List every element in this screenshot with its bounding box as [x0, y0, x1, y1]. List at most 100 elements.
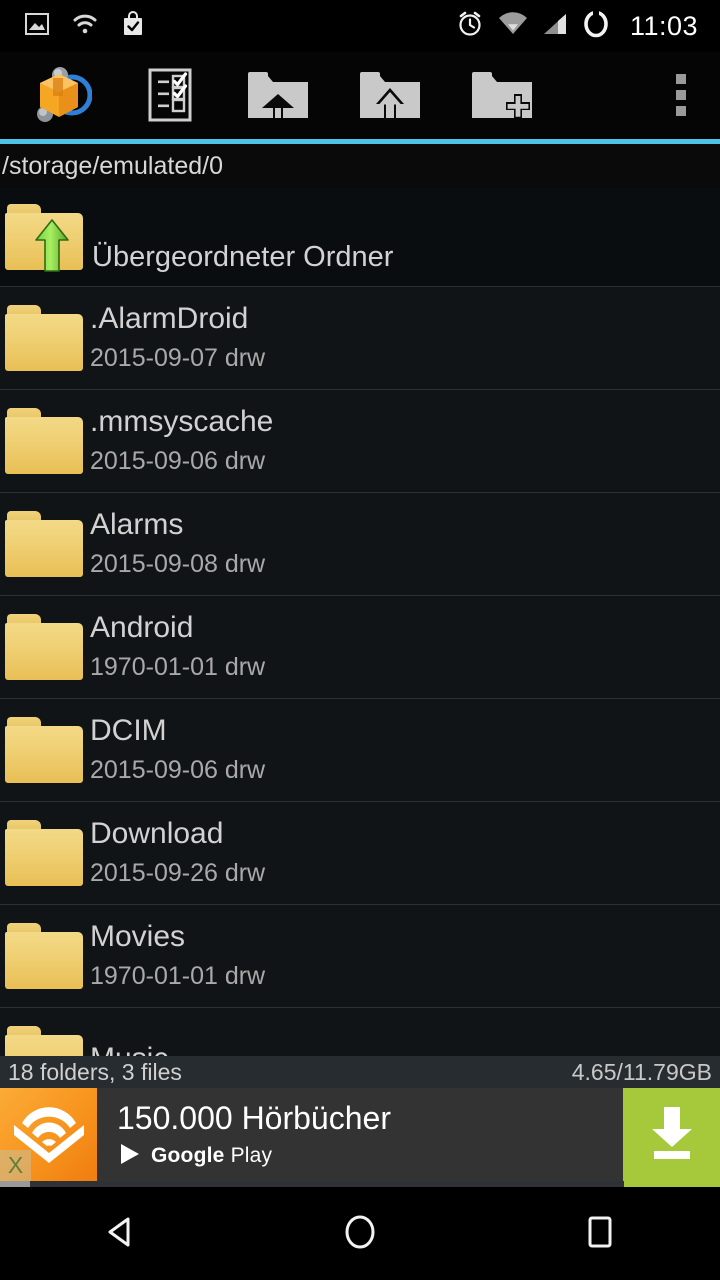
system-navigation-bar — [0, 1187, 720, 1280]
file-list[interactable]: Übergeordneter Ordner .AlarmDroid 2015-0… — [0, 188, 720, 1056]
folder-icon — [5, 408, 85, 474]
list-item-name: Movies — [90, 920, 186, 953]
row-icon — [0, 905, 86, 1007]
play-store-bag-icon — [120, 10, 146, 43]
row-text: Music — [86, 1039, 168, 1056]
list-item-download[interactable]: Download 2015-09-26 drw — [0, 802, 720, 905]
status-clock: 11:03 — [629, 10, 698, 41]
back-triangle-icon — [99, 1211, 141, 1256]
overflow-menu-button[interactable] — [642, 52, 720, 140]
ad-brand: Google Play — [117, 1141, 623, 1172]
ad-content: 150.000 Hörbücher Google Play — [97, 1088, 623, 1181]
select-items-button[interactable] — [118, 52, 222, 140]
row-text: DCIM 2015-09-06 drw — [86, 711, 265, 789]
wifi-signal-icon — [498, 11, 528, 41]
folder-icon — [5, 511, 85, 577]
row-icon — [0, 493, 86, 595]
list-item-meta: 2015-09-07 drw — [90, 344, 266, 372]
row-text: Download 2015-09-26 drw — [86, 814, 265, 892]
folder-icon — [5, 1026, 85, 1056]
list-item-name: .mmsyscache — [90, 405, 274, 438]
list-item-dcim[interactable]: DCIM 2015-09-06 drw — [0, 699, 720, 802]
folder-up-arrow-icon — [358, 68, 422, 125]
row-icon — [0, 1008, 86, 1056]
parent-folder-button[interactable] — [334, 52, 446, 140]
row-icon — [0, 699, 86, 801]
ad-brand-play: Play — [230, 1144, 273, 1167]
list-item-name: Android — [90, 611, 194, 644]
app-logo-button[interactable] — [0, 52, 118, 140]
list-item-name: Alarms — [90, 508, 184, 541]
list-item-movies[interactable]: Movies 1970-01-01 drw — [0, 905, 720, 1008]
list-item-alarms[interactable]: Alarms 2015-09-08 drw — [0, 493, 720, 596]
row-text: Android 1970-01-01 drw — [86, 608, 265, 686]
path-bar[interactable]: /storage/emulated/0 — [0, 144, 720, 188]
ad-brand-label: Google Play — [151, 1144, 272, 1168]
list-item-android[interactable]: Android 1970-01-01 drw — [0, 596, 720, 699]
status-right-icons: 11:03 — [456, 9, 720, 44]
folder-icon — [5, 614, 85, 680]
app-toolbar — [0, 52, 720, 140]
folder-icon — [5, 923, 85, 989]
row-icon — [0, 802, 86, 904]
row-text: Alarms 2015-09-08 drw — [86, 505, 265, 583]
download-icon — [643, 1101, 701, 1168]
new-folder-button[interactable] — [446, 52, 558, 140]
row-text: .mmsyscache 2015-09-06 drw — [86, 402, 273, 480]
phone-screen: 11:03 /storage/emulated/0 Übergeordneter… — [0, 0, 720, 1280]
home-circle-icon — [339, 1211, 381, 1256]
status-info-bar: 18 folders, 3 files 4.65/11.79GB — [0, 1056, 720, 1088]
folder-home-icon — [246, 68, 310, 125]
list-item-meta: 2015-09-06 drw — [90, 756, 266, 784]
storage-usage-label: 4.65/11.79GB — [571, 1058, 712, 1085]
recents-square-icon — [579, 1211, 621, 1256]
nav-recents-button[interactable] — [525, 1187, 675, 1280]
ad-advertiser-logo[interactable]: X — [0, 1088, 97, 1181]
wifi-icon — [72, 11, 98, 42]
list-item-meta: 1970-01-01 drw — [90, 962, 266, 990]
list-item-name: DCIM — [90, 714, 167, 747]
list-item-mmsyscache[interactable]: .mmsyscache 2015-09-06 drw — [0, 390, 720, 493]
system-status-bar: 11:03 — [0, 0, 720, 52]
more-vertical-icon — [674, 71, 688, 122]
folder-up-icon — [5, 204, 85, 272]
green-up-arrow-icon — [35, 219, 69, 272]
row-icon — [0, 188, 86, 286]
row-text: .AlarmDroid 2015-09-07 drw — [86, 299, 265, 377]
folder-icon — [5, 305, 85, 371]
row-text: Übergeordneter Ordner — [86, 197, 393, 277]
list-item-alarmdroid[interactable]: .AlarmDroid 2015-09-07 drw — [0, 287, 720, 390]
folder-icon — [5, 717, 85, 783]
list-item-meta: 2015-09-08 drw — [90, 550, 266, 578]
ad-banner[interactable]: X 150.000 Hörbücher Google Play — [0, 1088, 720, 1181]
folder-plus-icon — [470, 68, 534, 125]
folder-icon — [5, 820, 85, 886]
list-item-meta: 2015-09-26 drw — [90, 859, 266, 887]
list-item-meta: 1970-01-01 drw — [90, 653, 266, 681]
screenshot-icon — [24, 11, 50, 42]
ad-install-button[interactable] — [623, 1088, 720, 1181]
item-count-label: 18 folders, 3 files — [8, 1058, 182, 1085]
list-item-music[interactable]: Music — [0, 1008, 720, 1056]
row-icon — [0, 287, 86, 389]
list-item-name: Download — [90, 817, 224, 850]
nav-back-button[interactable] — [45, 1187, 195, 1280]
list-item-name: Übergeordneter Ordner — [92, 241, 394, 273]
home-folder-button[interactable] — [222, 52, 334, 140]
ad-title: 150.000 Hörbücher — [117, 1099, 391, 1136]
status-left-icons — [0, 10, 146, 43]
alarm-icon — [456, 10, 484, 43]
list-item-meta: 2015-09-06 drw — [90, 447, 266, 475]
list-item-name: .AlarmDroid — [90, 302, 249, 335]
androzip-box-icon — [26, 62, 93, 131]
row-icon — [0, 596, 86, 698]
list-item-parent[interactable]: Übergeordneter Ordner — [0, 188, 720, 287]
nav-home-button[interactable] — [285, 1187, 435, 1280]
row-icon — [0, 390, 86, 492]
google-play-triangle-icon — [117, 1141, 143, 1172]
cellular-signal-icon — [542, 12, 568, 41]
ad-brand-google: Google — [151, 1144, 225, 1167]
checklist-icon — [146, 67, 194, 126]
ad-close-button[interactable]: X — [0, 1150, 31, 1181]
current-path-label: /storage/emulated/0 — [2, 151, 223, 180]
